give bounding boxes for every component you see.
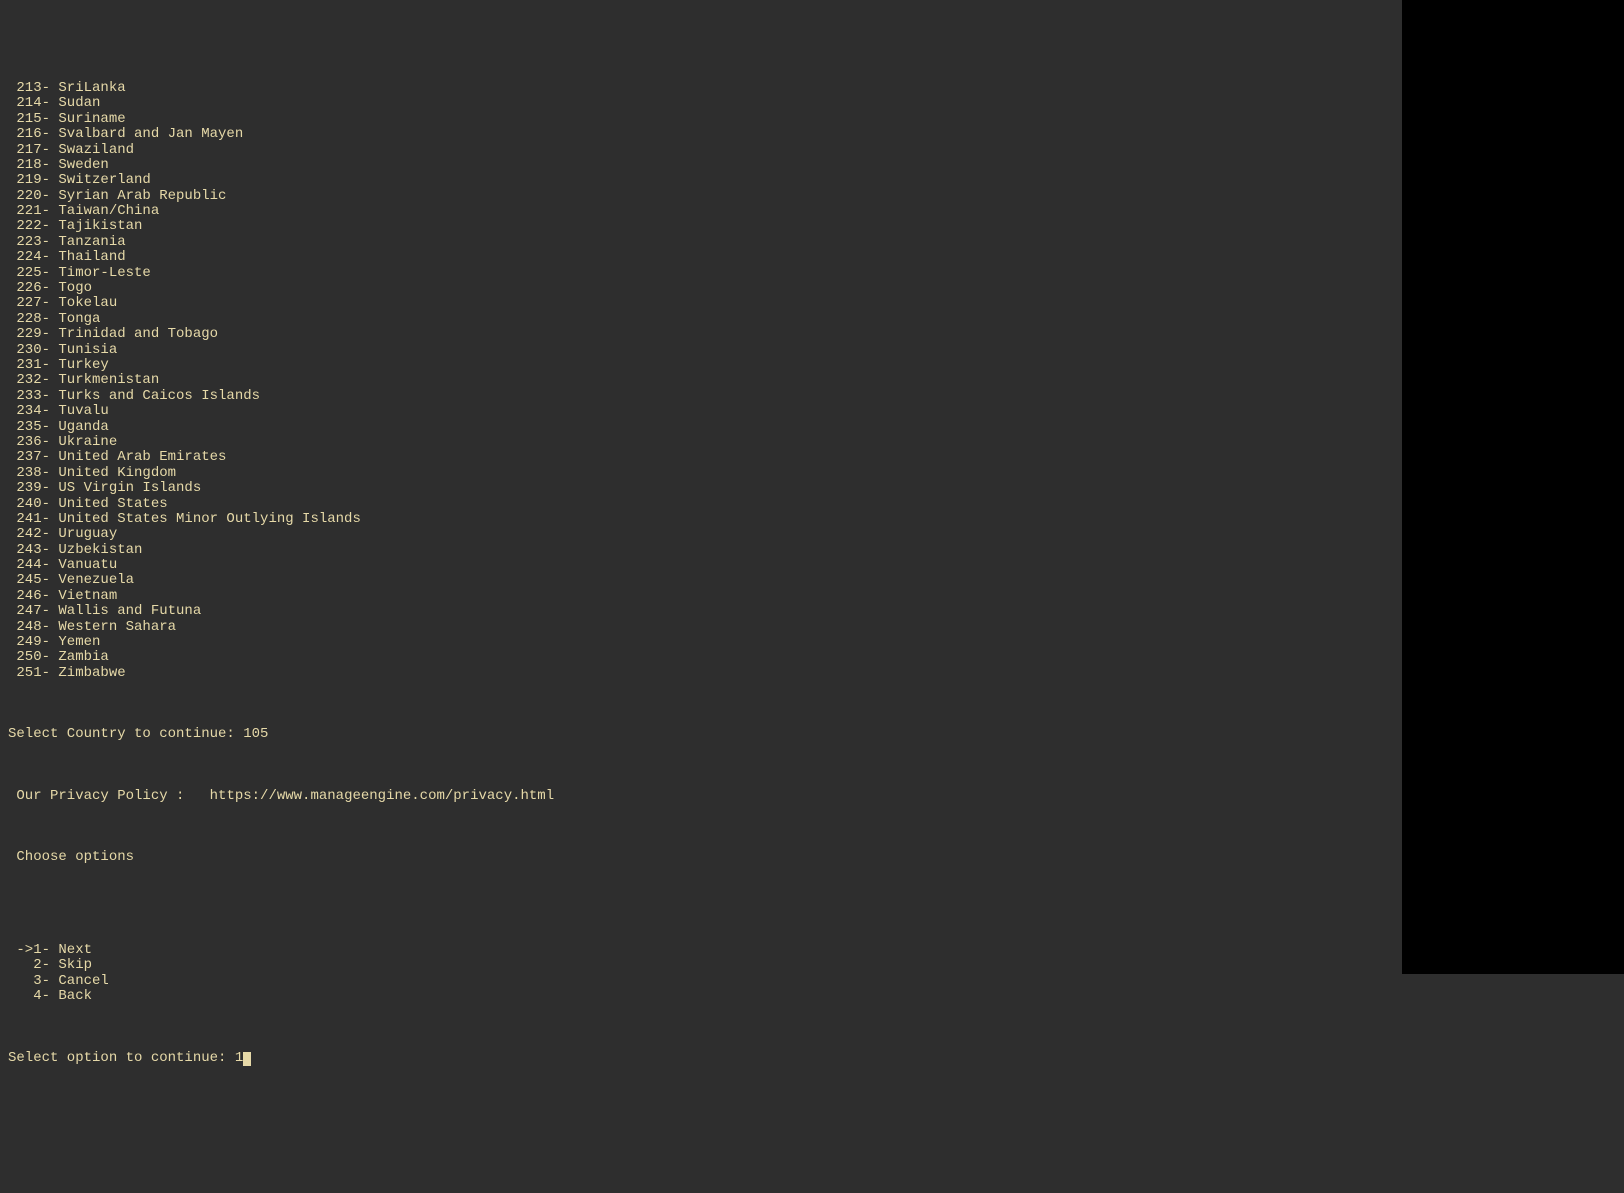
country-item: 213- SriLanka: [8, 81, 1616, 96]
country-item: 221- Taiwan/China: [8, 204, 1616, 219]
blank-line: [8, 912, 1616, 927]
blank-line: [8, 758, 1616, 773]
choose-options-label: Choose options: [8, 850, 1616, 865]
country-item: 219- Switzerland: [8, 173, 1616, 188]
country-item: 245- Venezuela: [8, 573, 1616, 588]
country-item: 214- Sudan: [8, 96, 1616, 111]
privacy-label: Our Privacy Policy :: [8, 788, 210, 804]
blank-line: [8, 820, 1616, 835]
select-country-value: 105: [243, 726, 268, 742]
country-item: 229- Trinidad and Tobago: [8, 327, 1616, 342]
country-item: 225- Timor-Leste: [8, 266, 1616, 281]
country-item: 246- Vietnam: [8, 589, 1616, 604]
country-item: 230- Tunisia: [8, 343, 1616, 358]
country-item: 226- Togo: [8, 281, 1616, 296]
country-item: 250- Zambia: [8, 650, 1616, 665]
country-item: 232- Turkmenistan: [8, 373, 1616, 388]
country-item: 235- Uganda: [8, 420, 1616, 435]
terminal-output[interactable]: 213- SriLanka 214- Sudan 215- Suriname 2…: [8, 66, 1616, 1082]
option-item: 2- Skip: [8, 958, 1616, 973]
select-option-prompt: Select option to continue:: [8, 1050, 235, 1066]
privacy-url: https://www.manageengine.com/privacy.htm…: [210, 788, 554, 804]
country-item: 243- Uzbekistan: [8, 543, 1616, 558]
country-item: 227- Tokelau: [8, 296, 1616, 311]
option-item: 3- Cancel: [8, 974, 1616, 989]
country-item: 228- Tonga: [8, 312, 1616, 327]
country-item: 244- Vanuatu: [8, 558, 1616, 573]
country-item: 237- United Arab Emirates: [8, 450, 1616, 465]
select-option-value: 1: [235, 1050, 243, 1066]
country-item: 251- Zimbabwe: [8, 666, 1616, 681]
blank-line: [8, 697, 1616, 712]
country-item: 217- Swaziland: [8, 143, 1616, 158]
select-option-line[interactable]: Select option to continue: 1: [8, 1051, 1616, 1066]
country-item: 233- Turks and Caicos Islands: [8, 389, 1616, 404]
country-item: 220- Syrian Arab Republic: [8, 189, 1616, 204]
country-item: 234- Tuvalu: [8, 404, 1616, 419]
country-item: 223- Tanzania: [8, 235, 1616, 250]
option-item: 4- Back: [8, 989, 1616, 1004]
select-country-line: Select Country to continue: 105: [8, 727, 1616, 742]
country-list: 213- SriLanka 214- Sudan 215- Suriname 2…: [8, 81, 1616, 681]
country-item: 240- United States: [8, 497, 1616, 512]
country-item: 215- Suriname: [8, 112, 1616, 127]
country-item: 248- Western Sahara: [8, 620, 1616, 635]
privacy-line: Our Privacy Policy : https://www.managee…: [8, 789, 1616, 804]
country-item: 247- Wallis and Futuna: [8, 604, 1616, 619]
select-country-prompt: Select Country to continue:: [8, 726, 243, 742]
country-item: 224- Thailand: [8, 250, 1616, 265]
option-item: ->1- Next: [8, 943, 1616, 958]
country-item: 216- Svalbard and Jan Mayen: [8, 127, 1616, 142]
country-item: 238- United Kingdom: [8, 466, 1616, 481]
country-item: 231- Turkey: [8, 358, 1616, 373]
blank-line: [8, 1020, 1616, 1035]
blank-line: [8, 881, 1616, 896]
cursor-block: [243, 1052, 251, 1066]
country-item: 239- US Virgin Islands: [8, 481, 1616, 496]
country-item: 218- Sweden: [8, 158, 1616, 173]
country-item: 249- Yemen: [8, 635, 1616, 650]
country-item: 242- Uruguay: [8, 527, 1616, 542]
country-item: 222- Tajikistan: [8, 219, 1616, 234]
country-item: 241- United States Minor Outlying Island…: [8, 512, 1616, 527]
country-item: 236- Ukraine: [8, 435, 1616, 450]
